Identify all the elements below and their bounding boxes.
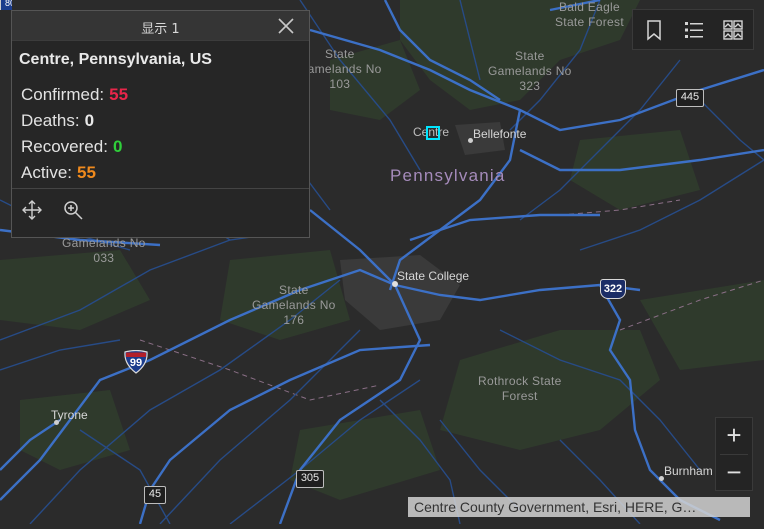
area-label: Bald Eagle State Forest	[555, 0, 624, 29]
town-label: State College	[397, 269, 470, 283]
selected-feature-highlight	[426, 126, 440, 140]
zoom-to-icon	[64, 201, 83, 220]
bookmark-icon	[647, 20, 661, 41]
feature-popup: 显示 1 Centre, Pennsylvania, US Confirmed:…	[11, 10, 310, 238]
popup-heading: Centre, Pennsylvania, US	[19, 51, 212, 68]
area-label: Gamelands No 033	[62, 236, 146, 265]
row-label: Deaths:	[21, 111, 80, 130]
row-label: Confirmed:	[21, 85, 105, 104]
popup-title: 显示 1	[141, 22, 180, 37]
state-label: Pennsylvania	[390, 166, 506, 185]
active-value: 55	[77, 163, 96, 182]
confirmed-value: 55	[109, 85, 129, 104]
row-label: Active:	[21, 163, 73, 182]
area-label: State Gamelands No 103	[298, 47, 382, 91]
town-label: Bellefonte	[473, 127, 527, 141]
state-route-shield: 305	[296, 470, 324, 488]
basemap-gallery-icon	[723, 20, 743, 40]
area-label: State Gamelands No 176	[252, 283, 336, 327]
zoom-out-button[interactable]: −	[716, 455, 752, 491]
layer-list-button[interactable]	[683, 19, 705, 41]
area-label: State Gamelands No 323	[488, 49, 572, 93]
active-row: Active: 55	[19, 160, 301, 186]
bookmarks-button[interactable]	[643, 19, 665, 41]
move-button[interactable]	[21, 199, 43, 221]
deaths-row: Deaths: 0	[19, 108, 301, 134]
close-icon	[278, 18, 294, 34]
zoom-to-button[interactable]	[62, 199, 84, 221]
basemap-gallery-button[interactable]	[722, 19, 744, 41]
confirmed-row: Confirmed: 55	[19, 82, 301, 108]
interstate-number: 99	[129, 357, 143, 369]
state-route-shield: 445	[676, 89, 704, 107]
layer-list-icon	[685, 22, 703, 38]
town-label: Tyrone	[51, 408, 88, 422]
popup-content: Centre, Pennsylvania, US Confirmed: 55 De…	[12, 41, 309, 189]
move-icon	[22, 200, 42, 220]
town-label: Burnham	[664, 464, 713, 478]
widget-toolbar	[632, 9, 754, 50]
row-label: Recovered:	[21, 137, 108, 156]
deaths-value: 0	[84, 111, 95, 130]
interstate-shield: 80	[0, 0, 12, 10]
zoom-in-button[interactable]: +	[716, 418, 752, 454]
area-label: Rothrock State Forest	[478, 374, 562, 403]
recovered-value: 0	[112, 137, 123, 156]
state-route-shield: 45	[144, 486, 166, 504]
attribution[interactable]: Centre County Government, Esri, HERE, G…	[408, 497, 750, 517]
popup-footer	[12, 189, 309, 237]
us-route-shield: 322	[600, 279, 626, 299]
popup-header: 显示 1	[12, 11, 309, 41]
interstate-shield: 99	[123, 350, 149, 374]
interstate-number: 80	[0, 0, 12, 10]
close-button[interactable]	[277, 17, 295, 35]
recovered-row: Recovered: 0	[19, 134, 301, 160]
zoom-control: + −	[715, 417, 753, 491]
